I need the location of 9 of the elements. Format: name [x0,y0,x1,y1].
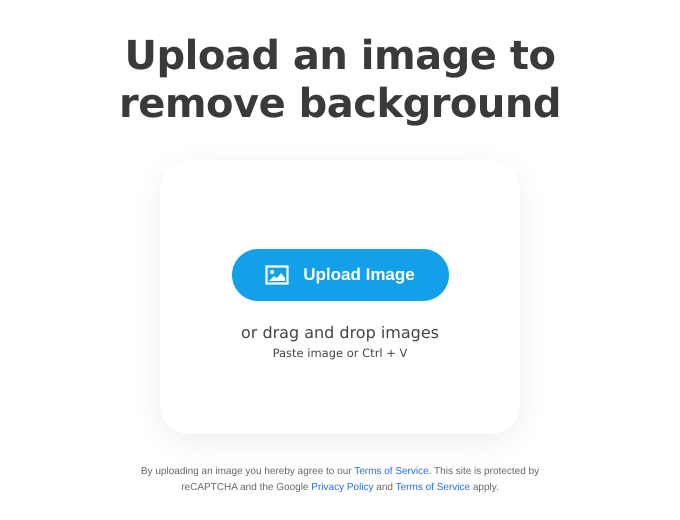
page-heading: Upload an image to remove background [118,32,562,128]
terms-link[interactable]: Terms of Service [354,466,429,477]
terms-link[interactable]: Terms of Service [396,482,470,493]
drop-hint: or drag and drop images [240,323,439,342]
paste-hint: Paste image or Ctrl + V [272,346,408,360]
upload-button[interactable]: Upload Image [232,249,448,301]
terms-link[interactable]: Privacy Policy [311,482,374,493]
image-icon [265,265,290,285]
terms-notice: By uploading an image you hereby agree to our Terms of Service. This site is protected by reCAPTCHA and the Google Privacy Policy and Terms of Service apply. [140,465,540,495]
